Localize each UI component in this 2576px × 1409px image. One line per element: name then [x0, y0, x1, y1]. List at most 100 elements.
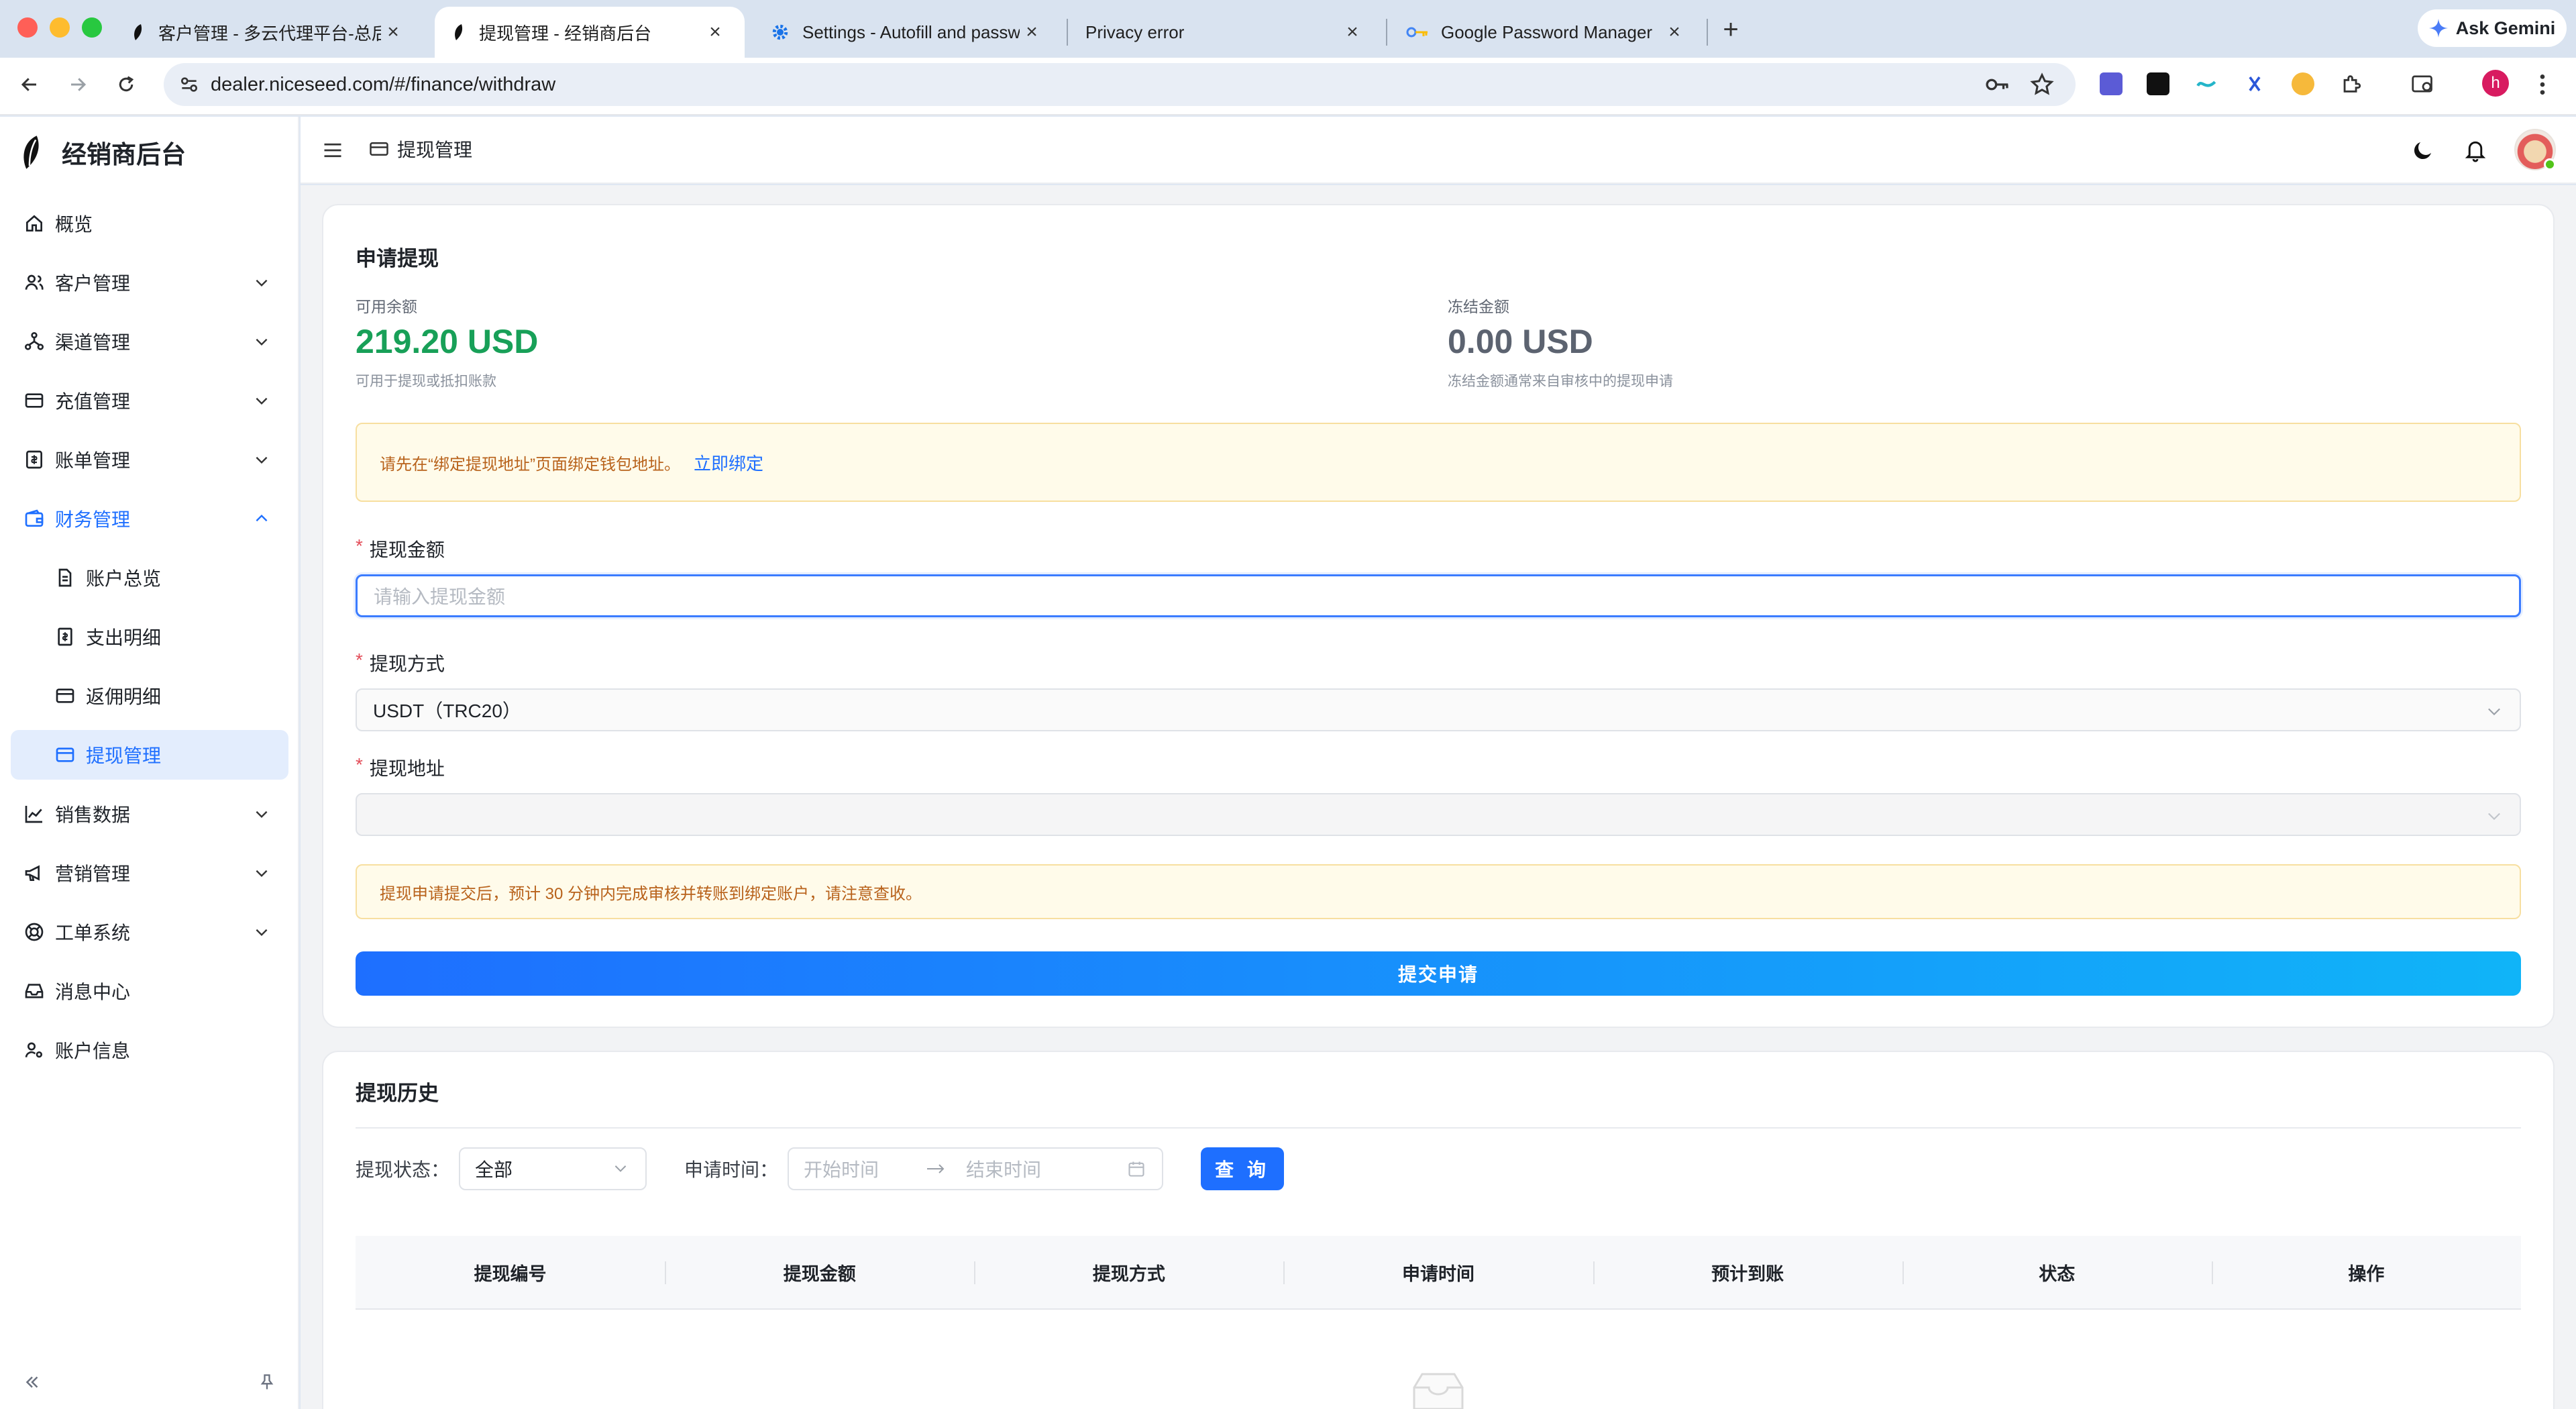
- ask-gemini-button[interactable]: Ask Gemini: [2418, 9, 2567, 47]
- sidebar-item[interactable]: 渠道管理: [11, 317, 288, 366]
- range-arrow-icon: [926, 1162, 946, 1176]
- withdraw-address-select[interactable]: [356, 793, 2521, 836]
- sidebar-item[interactable]: 消息中心: [11, 966, 288, 1016]
- notifications-button[interactable]: [2461, 136, 2490, 165]
- close-window-button[interactable]: [17, 17, 38, 38]
- withdraw-method-select[interactable]: USDT（TRC20）: [356, 688, 2521, 731]
- sidebar-item[interactable]: 工单系统: [11, 907, 288, 957]
- sidebar-item[interactable]: 财务管理: [11, 494, 288, 543]
- tab-google-password-manager[interactable]: Google Password Manager ×: [1389, 7, 1704, 58]
- extension-x-icon[interactable]: [2243, 72, 2266, 95]
- date-range-picker[interactable]: 开始时间 结束时间: [788, 1147, 1164, 1190]
- close-icon[interactable]: ×: [1340, 20, 1364, 44]
- password-key-icon[interactable]: [1984, 72, 2010, 97]
- site-favicon-icon: [452, 23, 467, 42]
- tab-title: 提现管理 - 经销商后台: [479, 23, 652, 44]
- address-label-text: 提现地址: [369, 758, 445, 779]
- chevron-down-icon: [248, 805, 275, 823]
- extension-a-icon[interactable]: [2147, 72, 2169, 95]
- sidebar-item-label: 账户信息: [55, 1041, 131, 1061]
- breadcrumb-current: 提现管理: [397, 140, 473, 160]
- tab-separator: [1386, 19, 1387, 46]
- tab-customer-management[interactable]: 客户管理 - 多云代理平台-总后台 ×: [114, 7, 423, 58]
- extensions-puzzle-icon[interactable]: [2340, 72, 2363, 95]
- required-mark: *: [356, 649, 363, 670]
- sidebar-item[interactable]: 账单管理: [11, 435, 288, 484]
- end-date-placeholder[interactable]: 结束时间: [966, 1155, 1041, 1182]
- sidebar-item[interactable]: 充值管理: [11, 376, 288, 425]
- close-icon[interactable]: ×: [703, 20, 727, 44]
- bookmark-star-icon[interactable]: [2030, 72, 2054, 97]
- maximize-window-button[interactable]: [82, 17, 102, 38]
- site-settings-icon[interactable]: [178, 74, 200, 95]
- submit-withdraw-button[interactable]: 提交申请: [356, 951, 2521, 996]
- chevron-down-icon: [2485, 702, 2504, 721]
- lifebuoy-icon: [23, 921, 46, 943]
- forward-button[interactable]: [62, 68, 94, 101]
- sidebar-item[interactable]: 客户管理: [11, 258, 288, 307]
- collapse-sidebar-button[interactable]: [19, 1369, 46, 1396]
- sidebar-item-label: 财务管理: [55, 509, 131, 530]
- tab-withdraw-management[interactable]: 提现管理 - 经销商后台 ×: [435, 7, 745, 58]
- status-filter-select[interactable]: 全部: [459, 1147, 647, 1190]
- status-filter-label: 提现状态：: [356, 1159, 450, 1180]
- brand-name: 经销商后台: [62, 141, 186, 168]
- sidebar-item[interactable]: 支出明细: [11, 612, 288, 662]
- column-header-method[interactable]: 提现方式: [974, 1236, 1283, 1308]
- menu-toggle-button[interactable]: [319, 137, 346, 164]
- tab-separator: [1707, 19, 1708, 46]
- method-selected-value: USDT（TRC20）: [373, 700, 521, 721]
- extension-coin-icon[interactable]: [2292, 72, 2314, 95]
- chevron-up-icon: [248, 510, 275, 527]
- reload-button[interactable]: [110, 68, 142, 101]
- bind-now-link[interactable]: 立即绑定: [694, 450, 763, 475]
- back-button[interactable]: [13, 68, 46, 101]
- sidebar-item-label: 工单系统: [55, 923, 131, 943]
- column-header-status[interactable]: 状态: [1902, 1236, 2212, 1308]
- new-tab-button[interactable]: +: [1715, 13, 1747, 46]
- brand[interactable]: 经销商后台: [20, 134, 186, 170]
- column-header-actions[interactable]: 操作: [2211, 1236, 2521, 1308]
- sidebar-item[interactable]: 概览: [11, 199, 288, 248]
- column-header-expected-arrival[interactable]: 预计到账: [1593, 1236, 1902, 1308]
- sidebar-item-label: 提现管理: [86, 745, 162, 766]
- minimize-window-button[interactable]: [50, 17, 70, 38]
- pin-sidebar-button[interactable]: [254, 1369, 280, 1396]
- close-icon[interactable]: ×: [381, 20, 405, 44]
- browser-menu-icon[interactable]: [2536, 71, 2549, 98]
- profile-avatar[interactable]: h: [2482, 70, 2509, 97]
- time-filter-label: 申请时间：: [684, 1159, 779, 1180]
- sidebar-item-label: 客户管理: [55, 273, 131, 294]
- sidebar-item[interactable]: 账户信息: [11, 1025, 288, 1075]
- query-button[interactable]: 查 询: [1201, 1147, 1285, 1190]
- column-header-apply-time[interactable]: 申请时间: [1283, 1236, 1593, 1308]
- chevron-down-icon: [2485, 806, 2504, 825]
- available-balance-value: 219.20 USD: [356, 323, 539, 360]
- tab-privacy-error[interactable]: Privacy error ×: [1068, 7, 1382, 58]
- breadcrumb: 提现管理: [369, 136, 472, 162]
- column-header-amount[interactable]: 提现金额: [665, 1236, 974, 1308]
- dark-mode-toggle[interactable]: [2408, 136, 2438, 165]
- sidebar-item[interactable]: 营销管理: [11, 848, 288, 898]
- chevron-down-icon: [248, 333, 275, 350]
- amount-label-text: 提现金额: [369, 539, 445, 560]
- sidebar-item[interactable]: 销售数据: [11, 789, 288, 839]
- sidebar-item[interactable]: 返佣明细: [11, 671, 288, 721]
- process-notice-text: 提现申请提交后，预计 30 分钟内完成审核并转账到绑定账户，请注意查收。: [380, 884, 922, 903]
- sidebar-item[interactable]: 提现管理: [11, 730, 288, 780]
- extension-wave-icon[interactable]: [2195, 72, 2218, 95]
- close-icon[interactable]: ×: [1662, 20, 1686, 44]
- extension-tdk-icon[interactable]: [2100, 72, 2123, 95]
- address-bar[interactable]: dealer.niceseed.com/#/finance/withdraw: [164, 63, 2076, 106]
- column-header-id[interactable]: 提现编号: [356, 1236, 665, 1308]
- withdraw-amount-input[interactable]: 请输入提现金额: [356, 574, 2521, 617]
- start-date-placeholder[interactable]: 开始时间: [804, 1155, 879, 1182]
- tab-settings-autofill[interactable]: Settings - Autofill and passwords ×: [753, 7, 1061, 58]
- close-icon[interactable]: ×: [1020, 20, 1044, 44]
- arrow-left-icon: [21, 78, 36, 91]
- sidebar-item[interactable]: 账户总览: [11, 553, 288, 603]
- tab-search-icon[interactable]: [2411, 72, 2434, 95]
- gemini-sparkle-icon: [2428, 19, 2448, 38]
- card-icon: [54, 684, 76, 707]
- home-icon: [23, 212, 46, 235]
